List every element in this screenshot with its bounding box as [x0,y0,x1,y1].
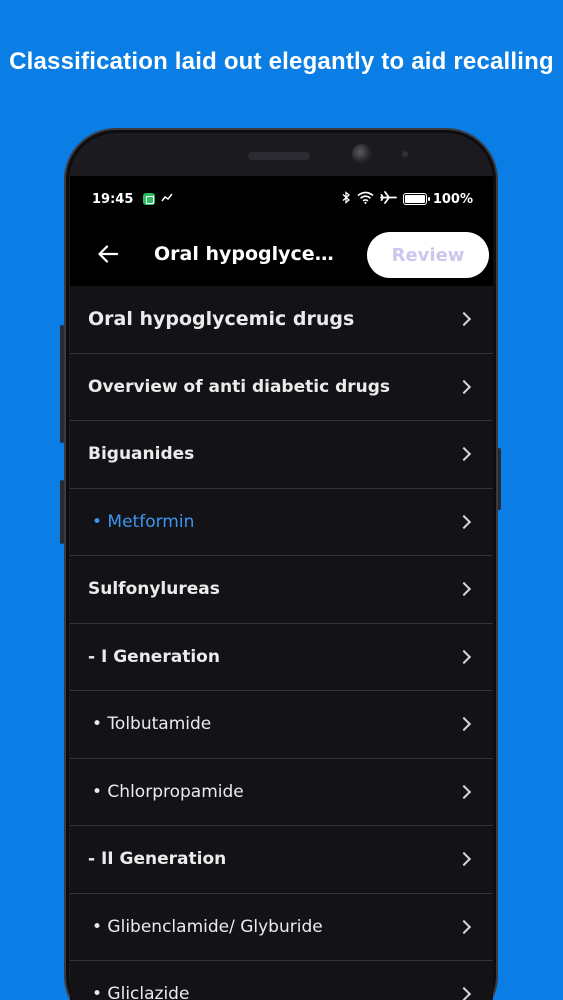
list-item-label: • Metformin [92,511,195,532]
list-item[interactable]: • Gliclazide [70,961,493,1000]
back-arrow-icon [98,245,118,263]
chevron-right-icon [456,582,472,597]
chevron-right-icon [456,312,472,327]
list-item[interactable]: - I Generation [70,624,493,691]
list-item-label: Oral hypoglycemic drugs [88,308,355,331]
chevron-right-icon [456,649,472,664]
phone-screen: 19:45 100% Oral hypoglycem Review Oral h… [70,176,493,1000]
page-title-text: Oral hypoglycemi... [154,243,340,265]
page-title: Oral hypoglycemi... [154,222,340,286]
bluetooth-icon [342,190,351,208]
list-item[interactable]: Oral hypoglycemic drugs [70,286,493,354]
list-item-label: • Glibenclamide/ Glyburide [92,916,323,937]
chevron-right-icon [456,987,472,1000]
list-item[interactable]: • Tolbutamide [70,691,493,759]
front-camera [352,144,372,164]
list-item[interactable]: Biguanides [70,421,493,489]
wifi-icon [357,191,374,208]
list-item[interactable]: Overview of anti diabetic drugs [70,354,493,421]
list-item-label: • Gliclazide [92,984,190,1000]
list-item-label: • Tolbutamide [92,714,212,735]
battery-icon [402,193,430,205]
app-bar: Oral hypoglycemi... Review [70,222,493,286]
back-button[interactable] [88,234,128,274]
list-item-label: • Chlorpropamide [92,781,244,802]
list-item-label: Biguanides [88,444,195,465]
app-notification-icon [143,193,156,205]
list-item-label: - II Generation [88,849,227,870]
chevron-right-icon [456,379,472,394]
status-indicators: 100% [342,176,473,222]
status-bar: 19:45 100% [70,176,493,222]
list-item[interactable]: • Glibenclamide/ Glyburide [70,894,493,961]
list-item-label: Sulfonylureas [88,579,220,600]
chevron-right-icon [456,852,472,867]
chevron-right-icon [456,717,472,732]
trend-icon [161,193,173,206]
battery-percent: 100% [432,191,473,207]
list-item-label: Overview of anti diabetic drugs [88,376,391,397]
list-item-label: - I Generation [88,646,220,667]
chevron-right-icon [456,514,472,529]
list-item[interactable]: Sulfonylureas [70,556,493,624]
chevron-right-icon [456,447,472,462]
proximity-sensor [402,151,408,157]
list-item[interactable]: - II Generation [70,826,493,894]
airplane-icon [379,190,397,208]
earpiece-speaker [248,152,310,160]
chevron-right-icon [456,919,472,934]
chevron-right-icon [456,784,472,799]
list-item[interactable]: • Chlorpropamide [70,759,493,826]
promo-headline: Classification laid out elegantly to aid… [9,48,554,75]
status-time: 19:45 [92,191,134,207]
topic-list: Oral hypoglycemic drugs Overview of anti… [70,286,493,1000]
list-item-active[interactable]: • Metformin [70,489,493,556]
review-button[interactable]: Review [367,232,489,278]
